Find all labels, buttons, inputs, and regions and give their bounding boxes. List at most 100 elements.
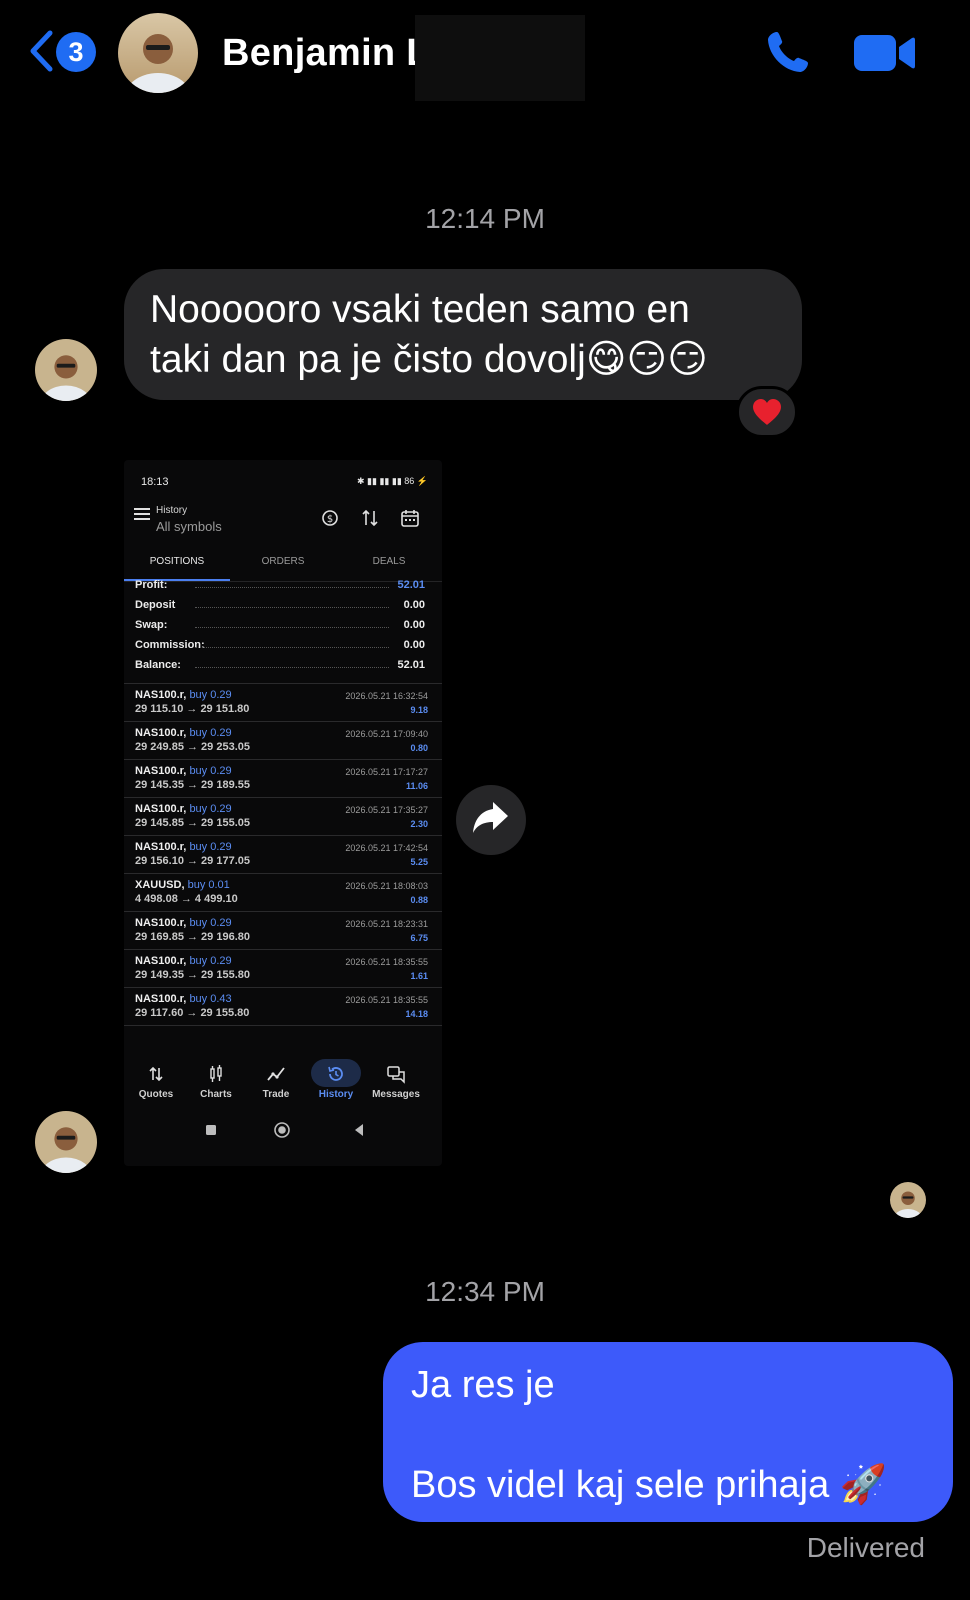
charts-icon <box>210 1065 222 1082</box>
trade-profit: 14.18 <box>405 1009 428 1019</box>
trade-symbol: NAS100.r, buy 0.29 <box>135 955 232 967</box>
summary-value: 0.00 <box>403 599 425 611</box>
summary-row: Commission: 0.00 <box>135 639 425 657</box>
trade-side: buy 0.29 <box>189 917 232 929</box>
message-line: taki dan pa je čisto dovolj😋😏😏 <box>150 338 708 381</box>
summary-row: Deposit 0.00 <box>135 599 425 617</box>
message-timestamp: 12:14 PM <box>425 203 545 234</box>
summary-label: Balance: <box>135 659 181 671</box>
summary-dots <box>195 647 389 648</box>
trade-datetime: 2026.05.21 18:35:55 <box>345 957 428 967</box>
trade-price-range: 29 145.35 → 29 189.55 <box>135 779 250 791</box>
app-bottom-nav: Quotes Charts Trade History Messages <box>124 1056 442 1114</box>
trade-datetime: 2026.05.21 17:35:27 <box>345 805 428 815</box>
summary-value: 52.01 <box>397 659 425 671</box>
trade-side: buy 0.01 <box>187 879 230 891</box>
trade-symbol: NAS100.r, buy 0.43 <box>135 993 232 1005</box>
heart-reaction[interactable] <box>736 386 798 438</box>
contact-avatar[interactable] <box>118 13 198 93</box>
outgoing-message-bubble[interactable]: Ja res je Bos videl kaj sele prihaja 🚀 <box>383 1342 953 1522</box>
tab-deals: DEALS <box>372 556 406 567</box>
back-chevron-icon[interactable] <box>26 28 58 74</box>
trade-symbol: NAS100.r, buy 0.29 <box>135 841 232 853</box>
trade-datetime: 2026.05.21 18:23:31 <box>345 919 428 929</box>
sender-avatar <box>35 1111 97 1173</box>
nav-quotes: Quotes <box>124 1056 188 1114</box>
nav-label: Trade <box>262 1089 290 1100</box>
history-tabs: POSITIONS ORDERS DEALS <box>124 542 442 582</box>
message-line: Ja res je <box>411 1364 555 1406</box>
trade-symbol: NAS100.r, buy 0.29 <box>135 917 232 929</box>
history-title: History <box>156 505 188 516</box>
svg-text:$: $ <box>327 514 333 525</box>
sort-icon <box>362 509 378 527</box>
summary-dots <box>195 627 389 628</box>
summary-label: Commission: <box>135 639 205 651</box>
share-arrow-icon <box>473 802 508 833</box>
screenshot-attachment[interactable]: 18:13 ✱ ▮▮ ▮▮ ▮▮ 86 ⚡ History All symbol… <box>124 460 442 1166</box>
history-icon <box>328 1066 343 1081</box>
trade-row: NAS100.r, buy 0.29 29 249.85 → 29 253.05 2… <box>124 721 442 759</box>
trade-price-range: 29 115.10 → 29 151.80 <box>135 703 250 715</box>
unread-count-badge[interactable]: 3 <box>56 32 96 72</box>
trade-profit: 5.25 <box>410 857 428 867</box>
recents-icon <box>206 1125 216 1135</box>
trade-datetime: 2026.05.21 18:35:55 <box>345 995 428 1005</box>
nav-label: Charts <box>200 1089 232 1100</box>
summary-label: Swap: <box>135 619 168 631</box>
trade-profit: 0.88 <box>410 895 428 905</box>
trade-price-range: 29 149.35 → 29 155.80 <box>135 969 250 981</box>
nav-history: History <box>304 1056 368 1114</box>
trade-price-range: 29 249.85 → 29 253.05 <box>135 741 250 753</box>
tab-positions: POSITIONS <box>149 556 205 567</box>
nav-messages: Messages <box>364 1056 428 1114</box>
delivery-status: Delivered <box>806 1532 925 1563</box>
nav-label: Quotes <box>138 1089 174 1100</box>
trade-list-end-divider <box>124 1025 442 1026</box>
trade-price-range: 29 145.85 → 29 155.05 <box>135 817 250 829</box>
trade-price-range: 4 498.08 → 4 499.10 <box>135 893 238 905</box>
status-icons: ✱ ▮▮ ▮▮ ▮▮ 86 ⚡ <box>357 476 428 486</box>
trade-price-range: 29 156.10 → 29 177.05 <box>135 855 250 867</box>
summary-row: Swap: 0.00 <box>135 619 425 637</box>
summary-value: 0.00 <box>403 619 425 631</box>
calendar-icon <box>401 510 419 527</box>
summary-row: Profit: 52.01 <box>135 579 425 597</box>
nav-charts: Charts <box>184 1056 248 1114</box>
quotes-icon <box>149 1066 163 1082</box>
trade-datetime: 2026.05.21 17:17:27 <box>345 767 428 777</box>
status-time: 18:13 <box>141 476 169 488</box>
trade-symbol: NAS100.r, buy 0.29 <box>135 727 232 739</box>
summary-value: 0.00 <box>403 639 425 651</box>
back-icon <box>355 1124 363 1136</box>
share-forward-button[interactable] <box>456 785 526 855</box>
nav-trade: Trade <box>244 1056 308 1114</box>
trade-row: NAS100.r, buy 0.43 29 117.60 → 29 155.80 2… <box>124 987 442 1025</box>
trade-row: XAUUSD, buy 0.01 4 498.08 → 4 499.10 2026.… <box>124 873 442 911</box>
summary-value: 52.01 <box>397 579 425 591</box>
summary-dots <box>195 587 389 588</box>
phone-icon[interactable] <box>764 28 812 76</box>
summary-dots <box>195 667 389 668</box>
emoji-group: 😋😏😏 <box>585 338 708 381</box>
trade-datetime: 2026.05.21 17:42:54 <box>345 843 428 853</box>
nav-label: History <box>318 1089 354 1100</box>
video-camera-icon[interactable] <box>854 32 916 74</box>
trade-profit: 11.06 <box>405 781 428 791</box>
trade-profit: 2.30 <box>410 819 428 829</box>
tab-orders: ORDERS <box>261 556 305 567</box>
trade-symbol: NAS100.r, buy 0.29 <box>135 689 232 701</box>
redacted-region <box>415 15 585 101</box>
summary-row: Balance: 52.01 <box>135 659 425 677</box>
message-line: Noooooro vsaki teden samo en <box>150 288 690 331</box>
trade-symbol: NAS100.r, buy 0.29 <box>135 803 232 815</box>
incoming-message-bubble[interactable]: Noooooro vsaki teden samo en taki dan pa… <box>124 269 802 400</box>
trade-price-range: 29 117.60 → 29 155.80 <box>135 1007 250 1019</box>
android-system-nav <box>206 1122 363 1138</box>
trade-profit: 0.80 <box>410 743 428 753</box>
contact-name[interactable]: Benjamin L <box>222 32 430 75</box>
history-subtitle: All symbols <box>156 519 222 534</box>
trade-row: NAS100.r, buy 0.29 29 145.85 → 29 155.05 2… <box>124 797 442 835</box>
trade-row: NAS100.r, buy 0.29 29 149.35 → 29 155.80 2… <box>124 949 442 987</box>
message-timestamp: 12:34 PM <box>425 1276 545 1307</box>
